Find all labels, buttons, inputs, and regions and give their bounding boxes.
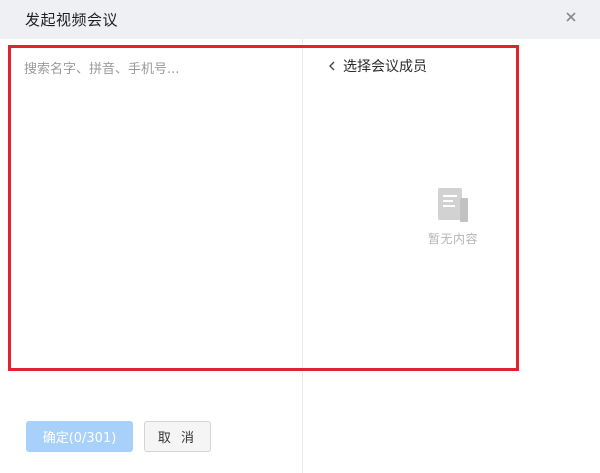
close-button[interactable] bbox=[564, 10, 578, 24]
search-input[interactable] bbox=[18, 57, 300, 81]
cancel-button[interactable]: 取 消 bbox=[144, 421, 211, 452]
chevron-left-icon bbox=[329, 61, 335, 71]
empty-state: 暂无内容 bbox=[421, 186, 485, 247]
video-meeting-dialog: 发起视频会议 选择会议成员 暂无内容 确定(0/301) 取 消 bbox=[0, 0, 600, 473]
select-members-label: 选择会议成员 bbox=[343, 59, 427, 75]
panel-divider bbox=[302, 39, 303, 473]
document-icon bbox=[438, 188, 468, 222]
dialog-header: 发起视频会议 bbox=[0, 0, 600, 39]
select-members-header[interactable]: 选择会议成员 bbox=[327, 57, 427, 75]
close-icon bbox=[566, 12, 576, 22]
confirm-button[interactable]: 确定(0/301) bbox=[26, 421, 133, 452]
empty-state-text: 暂无内容 bbox=[427, 232, 478, 246]
dialog-title: 发起视频会议 bbox=[25, 11, 119, 29]
